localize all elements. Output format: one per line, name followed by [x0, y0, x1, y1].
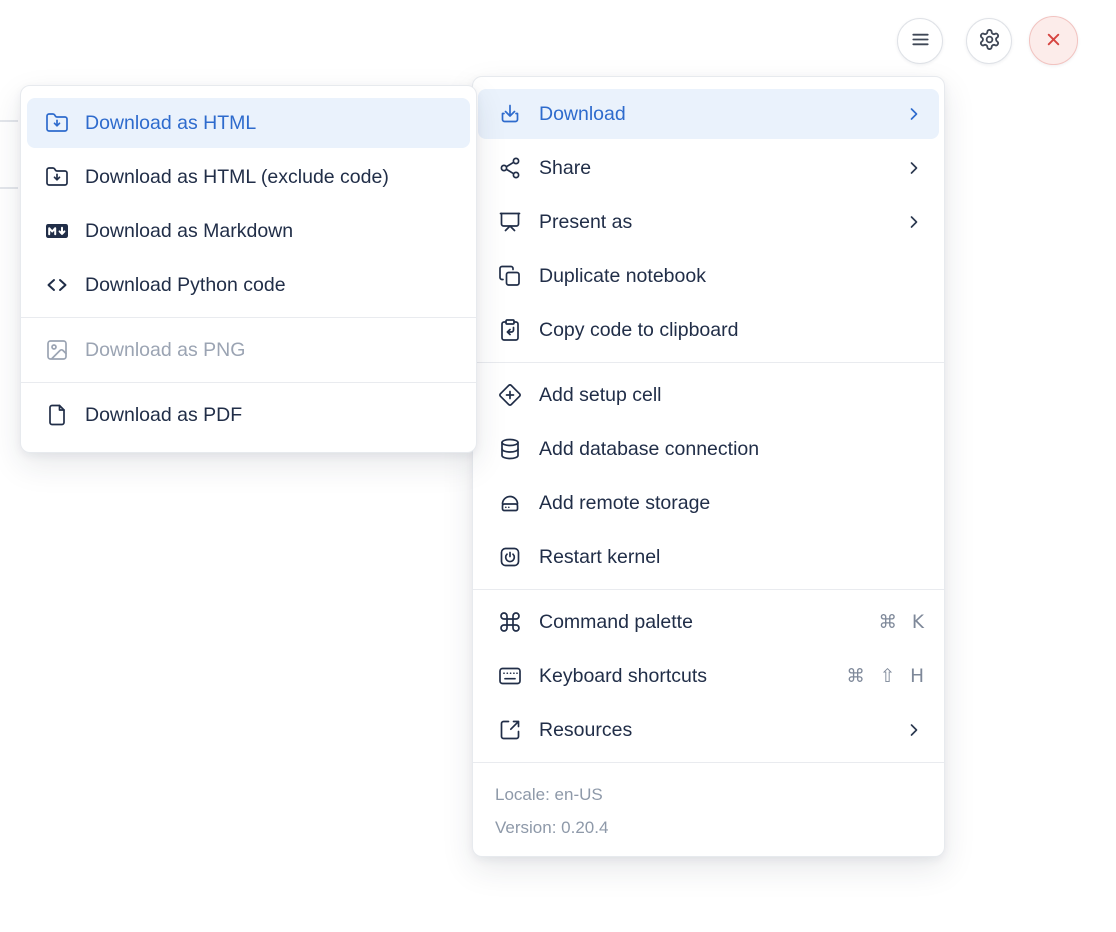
- locale-label: Locale: en-US: [495, 778, 939, 811]
- menu-item-label: Download as HTML (exclude code): [85, 166, 389, 189]
- menu-item-label: Command palette: [539, 611, 693, 634]
- hard-drive-icon: [498, 491, 522, 515]
- menu-item-download-python[interactable]: Download Python code: [27, 260, 470, 310]
- menu-separator: [473, 589, 944, 590]
- chevron-right-icon: [904, 158, 924, 178]
- menu-item-label: Copy code to clipboard: [539, 319, 738, 342]
- page-edge-line: [0, 187, 18, 189]
- command-icon: [498, 610, 522, 634]
- square-power-icon: [498, 545, 522, 569]
- menu-item-label: Duplicate notebook: [539, 265, 706, 288]
- chevron-right-icon: [904, 720, 924, 740]
- menu-item-restart-kernel[interactable]: Restart kernel: [478, 532, 939, 582]
- menu-item-resources[interactable]: Resources: [478, 705, 939, 755]
- menu-item-download-html-exclude-code[interactable]: Download as HTML (exclude code): [27, 152, 470, 202]
- menu-item-keyboard-shortcuts[interactable]: Keyboard shortcuts ⌘ ⇧ H: [478, 651, 939, 701]
- notebook-menu-button[interactable]: [897, 18, 943, 64]
- menu-item-label: Add remote storage: [539, 492, 710, 515]
- settings-button[interactable]: [966, 18, 1012, 64]
- menu-item-label: Download as PNG: [85, 339, 245, 362]
- menu-item-add-database[interactable]: Add database connection: [478, 424, 939, 474]
- menu-item-label: Present as: [539, 211, 632, 234]
- image-icon: [45, 338, 69, 362]
- external-link-icon: [498, 718, 522, 742]
- clipboard-copy-icon: [498, 318, 522, 342]
- menu-item-add-setup-cell[interactable]: Add setup cell: [478, 370, 939, 420]
- menu-item-download-markdown[interactable]: Download as Markdown: [27, 206, 470, 256]
- database-icon: [498, 437, 522, 461]
- page-edge-line: [0, 120, 18, 122]
- copy-icon: [498, 264, 522, 288]
- chevron-right-icon: [904, 212, 924, 232]
- menu-item-label: Download as Markdown: [85, 220, 293, 243]
- menu-item-label: Add setup cell: [539, 384, 662, 407]
- notebook-menu: Download Share Present as Duplicate note…: [472, 76, 945, 857]
- shutdown-button[interactable]: [1029, 16, 1078, 65]
- menu-item-label: Download as HTML: [85, 112, 256, 135]
- menu-footer: Locale: en-US Version: 0.20.4: [478, 770, 939, 848]
- menu-item-copy-code[interactable]: Copy code to clipboard: [478, 305, 939, 355]
- menu-item-download[interactable]: Download: [478, 89, 939, 139]
- menu-item-duplicate-notebook[interactable]: Duplicate notebook: [478, 251, 939, 301]
- menu-item-download-html[interactable]: Download as HTML: [27, 98, 470, 148]
- menu-item-share[interactable]: Share: [478, 143, 939, 193]
- presentation-icon: [498, 210, 522, 234]
- download-submenu: Download as HTML Download as HTML (exclu…: [20, 85, 477, 453]
- folder-down-icon: [45, 111, 69, 135]
- gear-icon: [978, 28, 1001, 54]
- download-icon: [498, 102, 522, 126]
- share-icon: [498, 156, 522, 180]
- menu-item-add-remote-storage[interactable]: Add remote storage: [478, 478, 939, 528]
- menu-item-present-as[interactable]: Present as: [478, 197, 939, 247]
- menu-item-label: Restart kernel: [539, 546, 660, 569]
- shortcut-hint: ⌘ ⇧ H: [846, 666, 924, 687]
- markdown-icon: [45, 219, 69, 243]
- menu-item-label: Resources: [539, 719, 632, 742]
- menu-separator: [473, 762, 944, 763]
- menu-item-label: Download Python code: [85, 274, 286, 297]
- code-icon: [45, 273, 69, 297]
- menu-item-label: Share: [539, 157, 591, 180]
- menu-separator: [21, 317, 476, 318]
- menu-item-command-palette[interactable]: Command palette ⌘ K: [478, 597, 939, 647]
- menu-item-download-pdf[interactable]: Download as PDF: [27, 390, 470, 440]
- menu-item-label: Keyboard shortcuts: [539, 665, 707, 688]
- menu-item-download-png[interactable]: Download as PNG: [27, 325, 470, 375]
- menu-item-label: Download as PDF: [85, 404, 242, 427]
- diamond-plus-icon: [498, 383, 522, 407]
- menu-item-label: Add database connection: [539, 438, 759, 461]
- hamburger-icon: [909, 28, 932, 54]
- menu-item-label: Download: [539, 103, 626, 126]
- close-icon: [1042, 28, 1065, 54]
- version-label: Version: 0.20.4: [495, 811, 939, 844]
- file-icon: [45, 403, 69, 427]
- folder-down-icon: [45, 165, 69, 189]
- menu-separator: [473, 362, 944, 363]
- shortcut-hint: ⌘ K: [878, 612, 924, 633]
- menu-separator: [21, 382, 476, 383]
- keyboard-icon: [498, 664, 522, 688]
- chevron-right-icon: [904, 104, 924, 124]
